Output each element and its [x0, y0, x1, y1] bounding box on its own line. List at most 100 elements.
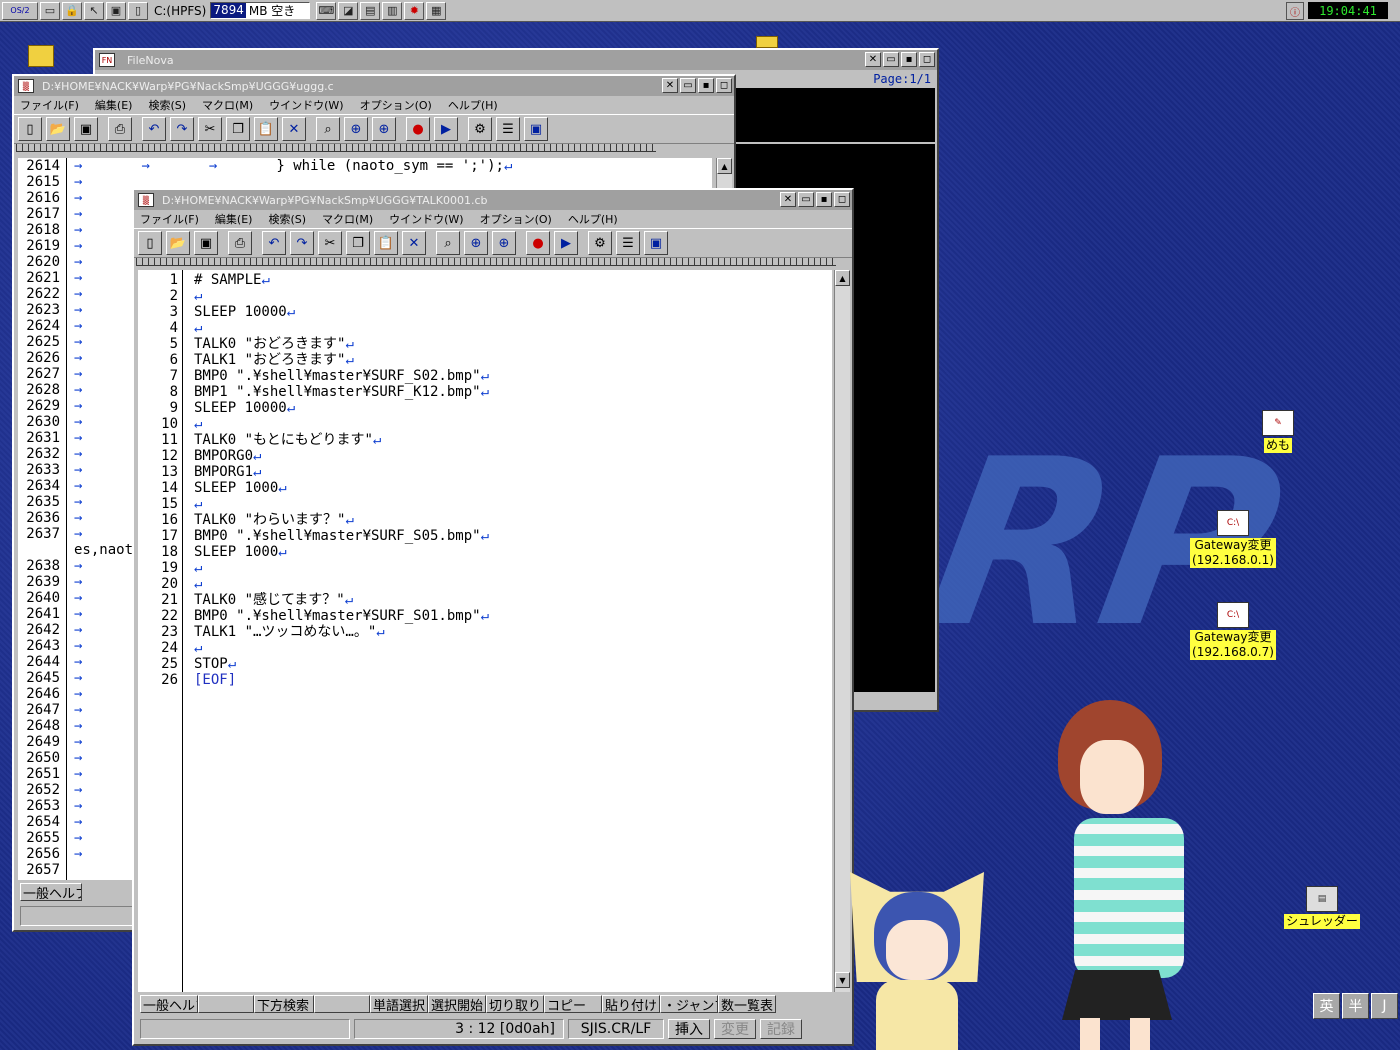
talk-editor[interactable]: 1 2 3 4 5 6 7 8 9 10 11 12 13 14 15 16 17 18 19 20 21 22 23 24 2… [138, 270, 832, 992]
insert-mode-button[interactable]: 挿入 [668, 1019, 710, 1039]
minimize-button[interactable]: ▪ [901, 52, 917, 67]
menu-edit[interactable]: 編集(E) [95, 97, 133, 113]
restore-button[interactable]: ▭ [680, 78, 696, 93]
maximize-button[interactable]: ◻ [716, 78, 732, 93]
shredder-desktop-icon[interactable]: ▤ シュレッダー [1276, 886, 1368, 929]
new-file-icon[interactable]: ▯ [138, 231, 162, 255]
talk-scrollbar[interactable]: ▲ ▼ [834, 270, 850, 992]
editor-app-icon[interactable]: ▒ [138, 193, 154, 207]
cut-icon[interactable]: ✂ [318, 231, 342, 255]
os2-logo-icon[interactable]: OS/2 [2, 1, 38, 20]
fkey-9[interactable]: 貼り付け [602, 995, 660, 1013]
fkey-6[interactable]: 選択開始 [428, 995, 486, 1013]
fkey-1[interactable]: 一般ヘルプ [140, 995, 198, 1013]
save-icon[interactable]: ▣ [194, 231, 218, 255]
undo-icon[interactable]: ↶ [142, 117, 166, 141]
cut-icon[interactable]: ✂ [198, 117, 222, 141]
fkey-2[interactable] [198, 995, 254, 1013]
search-icon[interactable]: ⌕ [316, 117, 340, 141]
fkey-4[interactable] [314, 995, 370, 1013]
settings-icon[interactable]: ⚙ [588, 231, 612, 255]
menu-option[interactable]: オプション(O) [360, 97, 432, 113]
menu-search[interactable]: 検索(S) [148, 97, 186, 113]
ime-japanese-button[interactable]: J [1371, 993, 1398, 1019]
menu-help[interactable]: ヘルプ(H) [448, 97, 498, 113]
copy-icon[interactable]: ❐ [226, 117, 250, 141]
filenova-app-icon[interactable]: FN [99, 53, 115, 67]
scroll-up-icon[interactable]: ▲ [717, 158, 732, 174]
search-down-icon[interactable]: ⊕ [492, 231, 516, 255]
list-icon[interactable]: ☰ [616, 231, 640, 255]
settings-icon[interactable]: ⚙ [468, 117, 492, 141]
window-list-icon[interactable]: ▭ [40, 1, 60, 20]
close-button[interactable]: ✕ [780, 192, 796, 207]
filenova-titlebar[interactable]: FN FileNova ✕ ▭ ▪ ◻ [95, 50, 937, 70]
restore-button[interactable]: ▭ [883, 52, 899, 67]
document-icon[interactable]: ▥ [382, 1, 403, 20]
menu-file[interactable]: ファイル(F) [140, 211, 199, 227]
monitor-icon[interactable]: ▣ [106, 1, 126, 20]
redo-icon[interactable]: ↷ [290, 231, 314, 255]
save-icon[interactable]: ▣ [74, 117, 98, 141]
minimize-button[interactable]: ▪ [698, 78, 714, 93]
menu-search[interactable]: 検索(S) [268, 211, 306, 227]
record-macro-icon[interactable]: ● [406, 117, 430, 141]
gateway1-desktop-icon[interactable]: C:\ Gateway変更 (192.168.0.1) [1188, 510, 1278, 568]
record-macro-icon[interactable]: ● [526, 231, 550, 255]
delete-icon[interactable]: ✕ [402, 231, 426, 255]
play-macro-icon[interactable]: ▶ [554, 231, 578, 255]
pointer-icon[interactable]: ↖ [84, 1, 104, 20]
scroll-down-icon[interactable]: ▼ [835, 972, 850, 988]
ime-halfwidth-button[interactable]: 半 [1342, 993, 1369, 1019]
menu-edit[interactable]: 編集(E) [215, 211, 253, 227]
gear-icon[interactable]: ✹ [404, 1, 425, 20]
open-folder-icon[interactable]: 📂 [166, 231, 190, 255]
play-macro-icon[interactable]: ▶ [434, 117, 458, 141]
fkey-8[interactable]: コピー [544, 995, 602, 1013]
menu-window[interactable]: ウインドウ(W) [269, 97, 343, 113]
new-file-icon[interactable]: ▯ [18, 117, 42, 141]
maximize-button[interactable]: ◻ [834, 192, 850, 207]
package-icon[interactable]: ▦ [426, 1, 447, 20]
editor-app-icon[interactable]: ▒ [18, 79, 34, 93]
close-button[interactable]: ✕ [662, 78, 678, 93]
copy-icon[interactable]: ❐ [346, 231, 370, 255]
disk-icon[interactable]: ◪ [338, 1, 359, 20]
gateway2-desktop-icon[interactable]: C:\ Gateway変更 (192.168.0.7) [1188, 602, 1278, 660]
menu-help[interactable]: ヘルプ(H) [568, 211, 618, 227]
lock-icon[interactable]: 🔒 [62, 1, 82, 20]
fkey-help[interactable]: 一般ヘルプ [20, 883, 82, 901]
folder-icon[interactable] [756, 36, 778, 48]
drive-icon[interactable]: ▯ [128, 1, 148, 20]
fkey-10[interactable]: ・ジャンプ [660, 995, 718, 1013]
open-folder-icon[interactable]: 📂 [46, 117, 70, 141]
minimize-button[interactable]: ▪ [816, 192, 832, 207]
memo-desktop-icon[interactable]: ✎ めも [1262, 410, 1294, 453]
search-up-icon[interactable]: ⊕ [464, 231, 488, 255]
fkey-7[interactable]: 切り取り [486, 995, 544, 1013]
menu-macro[interactable]: マクロ(M) [202, 97, 253, 113]
delete-icon[interactable]: ✕ [282, 117, 306, 141]
search-icon[interactable]: ⌕ [436, 231, 460, 255]
editor-window-talk[interactable]: ▒ D:¥HOME¥NACK¥Warp¥PG¥NackSmp¥UGGG¥TALK… [132, 188, 854, 1046]
maximize-button[interactable]: ◻ [919, 52, 935, 67]
fkey-5[interactable]: 単語選択 [370, 995, 428, 1013]
search-down-icon[interactable]: ⊕ [372, 117, 396, 141]
redo-icon[interactable]: ↷ [170, 117, 194, 141]
keyboard-icon[interactable]: ⌨ [316, 1, 337, 20]
restore-button[interactable]: ▭ [798, 192, 814, 207]
paste-icon[interactable]: 📋 [374, 231, 398, 255]
tray-icon[interactable]: ⓘ [1286, 2, 1304, 20]
search-up-icon[interactable]: ⊕ [344, 117, 368, 141]
talk-titlebar[interactable]: ▒ D:¥HOME¥NACK¥Warp¥PG¥NackSmp¥UGGG¥TALK… [134, 190, 852, 210]
undo-icon[interactable]: ↶ [262, 231, 286, 255]
close-button[interactable]: ✕ [865, 52, 881, 67]
print-icon[interactable]: ⎙ [228, 231, 252, 255]
fkey-11[interactable]: 数一覧表 [718, 995, 776, 1013]
paste-icon[interactable]: 📋 [254, 117, 278, 141]
scroll-up-icon[interactable]: ▲ [835, 270, 850, 286]
print-icon[interactable]: ⎙ [108, 117, 132, 141]
menu-window[interactable]: ウインドウ(W) [389, 211, 463, 227]
folder-icon[interactable]: ▤ [360, 1, 381, 20]
menu-macro[interactable]: マクロ(M) [322, 211, 373, 227]
